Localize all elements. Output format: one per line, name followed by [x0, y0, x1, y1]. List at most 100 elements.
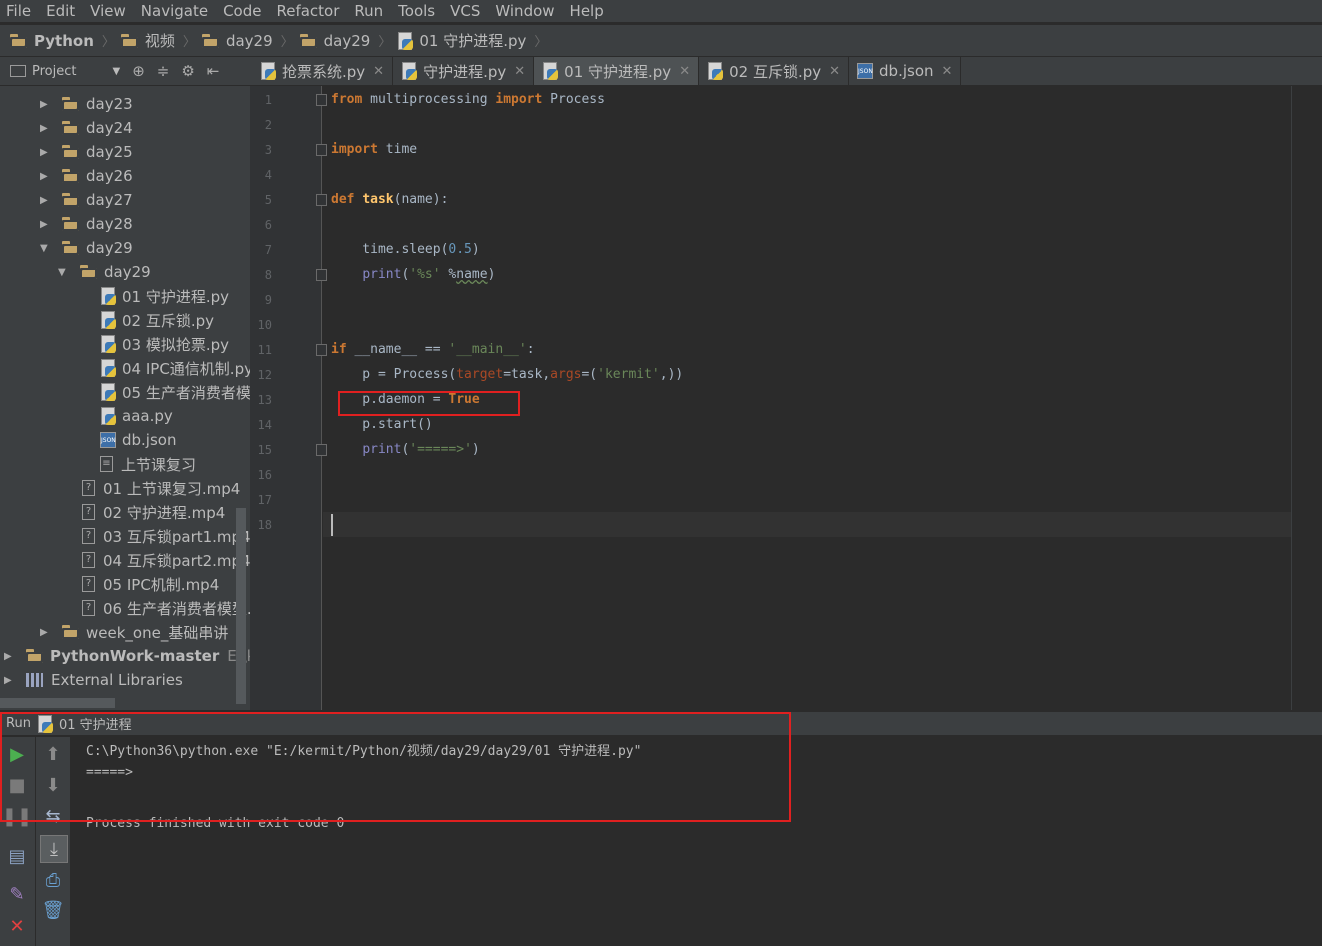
line-number: 17 — [257, 493, 272, 507]
editor-tab-row: Project ▼ ⊕ ≑ ⚙ ⇤ 抢票系统.py ✕ 守护进程.py ✕ 01… — [0, 57, 1322, 86]
tree-file[interactable]: ≡ 上节课复习 — [100, 452, 196, 476]
collapse-arrow-icon[interactable]: ▼ — [40, 243, 54, 254]
line-number: 9 — [264, 293, 272, 307]
tree-folder[interactable]: ▶ day23 — [40, 92, 133, 116]
text-caret — [331, 514, 333, 536]
tab-02-mutex[interactable]: 02 互斥锁.py ✕ — [699, 57, 850, 85]
annotation-box-daemon — [338, 391, 520, 416]
close-icon[interactable]: ✕ — [679, 64, 690, 79]
code-line-14: p.start() — [331, 417, 433, 432]
python-file-icon — [542, 62, 559, 80]
dropdown-arrow-icon[interactable]: ▼ — [112, 66, 120, 77]
tab-daemon-process[interactable]: 守护进程.py ✕ — [393, 57, 535, 85]
tab-db-json[interactable]: JSON db.json ✕ — [849, 57, 962, 85]
breadcrumb-item-day29-inner[interactable]: day29 — [299, 32, 370, 50]
tree-file[interactable]: ? 01 上节课复习.mp4 — [82, 476, 240, 500]
close-icon[interactable]: ✕ — [829, 64, 840, 79]
layout-icon[interactable]: ▤ — [4, 843, 30, 869]
fold-marker-icon[interactable] — [316, 144, 327, 156]
fold-marker-icon[interactable] — [316, 194, 327, 206]
menu-navigate[interactable]: Navigate — [141, 2, 208, 20]
close-icon[interactable]: ✕ — [942, 64, 953, 79]
trash-icon[interactable]: 🗑 — [40, 897, 66, 923]
tree-folder[interactable]: ▶ day24 — [40, 116, 133, 140]
tree-folder[interactable]: ▶ day28 — [40, 212, 133, 236]
code-line-7: time.sleep(0.5) — [331, 242, 480, 257]
expand-arrow-icon[interactable]: ▶ — [40, 171, 54, 182]
expand-arrow-icon[interactable]: ▶ — [4, 675, 18, 686]
tree-file[interactable]: ? 02 守护进程.mp4 — [82, 500, 225, 524]
folder-icon — [62, 169, 80, 183]
python-file-icon — [100, 383, 116, 401]
tree-folder[interactable]: ▶ day25 — [40, 140, 133, 164]
breadcrumb-item-day29[interactable]: day29 — [201, 32, 273, 50]
tree-folder-pythonwork[interactable]: ▶PythonWork-masterE:\ker — [4, 644, 250, 668]
tree-file[interactable]: aaa.py — [100, 404, 173, 428]
fold-marker-icon[interactable] — [316, 344, 327, 356]
gear-icon[interactable]: ⚙ — [181, 62, 194, 80]
hide-icon[interactable]: ⇤ — [207, 62, 220, 80]
tree-folder[interactable]: ▶ day26 — [40, 164, 133, 188]
menu-refactor[interactable]: Refactor — [276, 2, 339, 20]
menu-window[interactable]: Window — [495, 2, 554, 20]
tree-folder[interactable]: ▶ day27 — [40, 188, 133, 212]
expand-arrow-icon[interactable]: ▶ — [40, 195, 54, 206]
tree-file[interactable]: ? 03 互斥锁part1.mp4 — [82, 524, 250, 548]
print-icon[interactable]: ⎙ — [40, 867, 66, 893]
code-line-5: def task(name): — [331, 192, 449, 207]
project-icon — [10, 65, 26, 77]
collapse-icon[interactable]: ≑ — [157, 62, 170, 80]
tab-ticket-system[interactable]: 抢票系统.py ✕ — [252, 57, 394, 85]
tree-file[interactable]: ? 05 IPC机制.mp4 — [82, 572, 219, 596]
tab-01-daemon-process[interactable]: 01 守护进程.py ✕ — [534, 57, 700, 85]
fold-marker-icon[interactable] — [316, 444, 327, 456]
project-label: Project — [32, 63, 77, 79]
horizontal-scrollbar[interactable] — [0, 698, 115, 708]
breadcrumb-item-file[interactable]: 01 守护进程.py — [397, 30, 526, 51]
tree-folder-day29-inner[interactable]: ▼ day29 — [58, 260, 151, 284]
fold-marker-icon[interactable] — [316, 94, 327, 106]
target-icon[interactable]: ⊕ — [132, 62, 145, 80]
menu-tools[interactable]: Tools — [398, 2, 435, 20]
tree-file[interactable]: 04 IPC通信机制.py — [100, 356, 250, 380]
project-tool-header[interactable]: Project ▼ ⊕ ≑ ⚙ ⇤ — [0, 57, 250, 85]
collapse-arrow-icon[interactable]: ▼ — [58, 267, 72, 278]
expand-arrow-icon[interactable]: ▶ — [40, 627, 54, 638]
fold-marker-icon[interactable] — [316, 269, 327, 281]
tree-file[interactable]: ? 04 互斥锁part2.mp4 — [82, 548, 250, 572]
close-icon[interactable]: ✕ — [373, 64, 384, 79]
menu-file[interactable]: File — [6, 2, 31, 20]
expand-arrow-icon[interactable]: ▶ — [40, 147, 54, 158]
tree-folder[interactable]: ▶ week_one_基础串讲 — [40, 620, 228, 644]
expand-arrow-icon[interactable]: ▶ — [40, 99, 54, 110]
project-tree: ▶ day23 ▶ day24 ▶ day25 ▶ day26 ▶ day27 ▶ day2… — [0, 86, 250, 710]
close-icon[interactable]: ✕ — [514, 64, 525, 79]
menu-run[interactable]: Run — [354, 2, 383, 20]
tree-external-libraries[interactable]: ▶ External Libraries — [4, 668, 183, 692]
tree-file[interactable]: JSON db.json — [100, 428, 176, 452]
tree-file[interactable]: 05 生产者消费者模 — [100, 380, 250, 404]
menu-code[interactable]: Code — [223, 2, 261, 20]
breadcrumb-item-video[interactable]: 视频 — [120, 30, 175, 51]
tree-file[interactable]: 02 互斥锁.py — [100, 308, 214, 332]
menu-view[interactable]: View — [90, 2, 126, 20]
menu-vcs[interactable]: VCS — [450, 2, 480, 20]
expand-arrow-icon[interactable]: ▶ — [40, 219, 54, 230]
pin-icon[interactable]: ✎ — [4, 881, 30, 907]
close-icon[interactable]: ✕ — [4, 913, 30, 939]
vertical-scrollbar[interactable] — [236, 508, 246, 704]
tree-file[interactable]: 03 模拟抢票.py — [100, 332, 229, 356]
menu-help[interactable]: Help — [570, 2, 604, 20]
chevron-right-icon: 〉 — [378, 35, 392, 50]
tree-file[interactable]: ? 06 生产者消费者模型. — [82, 596, 250, 620]
expand-arrow-icon[interactable]: ▶ — [4, 651, 18, 662]
tree-folder-day29[interactable]: ▼ day29 — [40, 236, 133, 260]
breadcrumb-item-python[interactable]: Python — [10, 32, 94, 50]
json-file-icon: JSON — [100, 432, 116, 448]
tree-file[interactable]: 01 守护进程.py — [100, 284, 229, 308]
annotation-box-console — [0, 712, 791, 822]
scroll-to-end-icon[interactable]: ⤓ — [40, 835, 68, 863]
menu-edit[interactable]: Edit — [46, 2, 75, 20]
line-number: 18 — [257, 518, 272, 532]
expand-arrow-icon[interactable]: ▶ — [40, 123, 54, 134]
